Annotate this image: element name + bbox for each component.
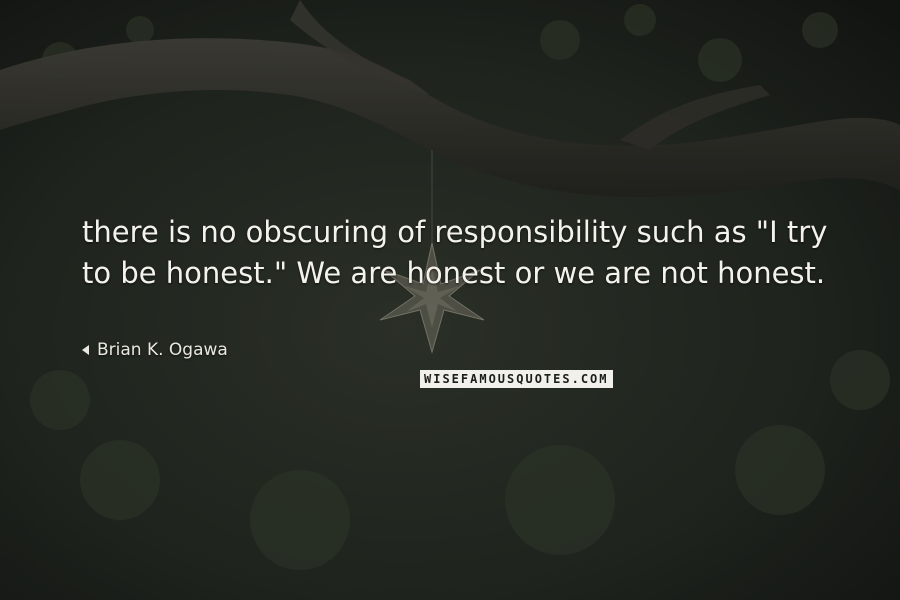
author-line: Brian K. Ogawa bbox=[82, 339, 228, 361]
author-name: Brian K. Ogawa bbox=[97, 340, 228, 360]
triangle-left-icon bbox=[82, 345, 89, 355]
watermark-logo: WISEFAMOUSQUOTES.COM bbox=[420, 370, 613, 388]
background-photo bbox=[0, 0, 900, 600]
quote-text: there is no obscuring of responsibility … bbox=[82, 215, 828, 290]
